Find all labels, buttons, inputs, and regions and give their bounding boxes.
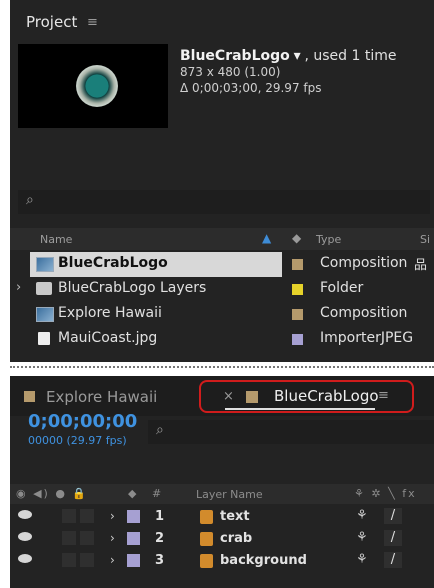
layer-number: 3 — [155, 553, 165, 568]
active-tab-underline — [225, 408, 375, 410]
composition-icon — [36, 307, 54, 322]
search-icon: ⌕ — [26, 192, 34, 208]
blue-crab-logo-thumbnail — [76, 65, 118, 107]
timeline-tab-bar: Explore Hawaii × BlueCrabLogo ≡ — [10, 376, 434, 416]
search-icon: ⌕ — [156, 422, 164, 438]
layer-list: › 1 text ⚘ / › 2 crab ⚘ / › 3 background… — [10, 506, 434, 572]
jpeg-file-icon — [38, 332, 50, 345]
item-name: BlueCrabLogo — [58, 255, 168, 271]
item-type: Folder — [320, 280, 364, 296]
eye-icon[interactable] — [18, 532, 32, 541]
quality-switch[interactable]: / — [384, 552, 402, 568]
column-number: # — [152, 487, 162, 500]
item-duration: Δ 0;00;03;00, 29.97 fps — [180, 81, 322, 95]
solo-toggle[interactable] — [62, 509, 76, 523]
lock-toggle[interactable] — [80, 509, 94, 523]
tab-color-swatch — [24, 391, 35, 402]
project-panel-header: Project ≡ — [10, 0, 434, 38]
lock-toggle[interactable] — [80, 553, 94, 567]
flowchart-icon[interactable]: 品 — [414, 254, 427, 273]
label-tag-icon[interactable]: ◆ — [292, 231, 301, 245]
item-info: BlueCrabLogo ▾ , used 1 time 873 x 480 (… — [180, 48, 396, 96]
text-layer-icon — [200, 532, 213, 546]
eye-icon[interactable] — [18, 554, 32, 563]
item-name: MauiCoast.jpg — [58, 330, 158, 346]
av-switch-icons: ◉ ◀) ● 🔒 — [16, 487, 89, 500]
timeline-panel: Explore Hawaii × BlueCrabLogo ≡ 0;00;00;… — [10, 376, 434, 588]
layer-name[interactable]: crab — [220, 531, 252, 546]
item-type: ImporterJPEG — [320, 330, 414, 346]
solo-toggle[interactable] — [62, 553, 76, 567]
column-name[interactable]: Name — [40, 233, 72, 246]
eye-icon[interactable] — [18, 510, 32, 519]
expander-icon[interactable]: › — [110, 531, 115, 545]
quality-switch[interactable]: / — [384, 530, 402, 546]
layer-row[interactable]: › 3 background ⚘ / — [10, 550, 434, 572]
layer-number: 2 — [155, 531, 165, 546]
item-thumbnail — [18, 44, 168, 128]
switches-icons: ⚘ ✲ ╲ fx — [354, 487, 417, 500]
selected-item-name: BlueCrabLogo — [180, 48, 290, 64]
project-item-bluecrablogo[interactable]: BlueCrabLogo Composition 品 — [10, 252, 434, 277]
column-type[interactable]: Type — [316, 233, 341, 246]
shy-switch-icon[interactable]: ⚘ — [356, 508, 368, 523]
panel-divider — [10, 366, 434, 368]
shy-switch-icon[interactable]: ⚘ — [356, 530, 368, 545]
layer-row[interactable]: › 2 crab ⚘ / — [10, 528, 434, 550]
layer-row[interactable]: › 1 text ⚘ / — [10, 506, 434, 528]
label-color-swatch[interactable] — [127, 532, 140, 545]
text-layer-icon — [200, 510, 213, 524]
layer-name[interactable]: text — [220, 509, 250, 524]
current-time-display[interactable]: 0;00;00;00 — [28, 411, 137, 432]
tab-label: BlueCrabLogo — [274, 387, 379, 405]
item-dimensions: 873 x 480 (1.00) — [180, 65, 281, 79]
folder-icon — [36, 282, 52, 295]
project-panel-title[interactable]: Project — [26, 13, 77, 31]
composition-icon — [36, 257, 54, 272]
column-size[interactable]: Si — [420, 233, 430, 246]
usage-count: , used 1 time — [304, 48, 397, 64]
label-color-swatch[interactable] — [292, 334, 303, 345]
label-color-swatch[interactable] — [292, 309, 303, 320]
panel-menu-icon[interactable]: ≡ — [378, 388, 389, 403]
label-tag-icon[interactable]: ◆ — [128, 487, 136, 500]
tab-bluecrablogo[interactable]: × BlueCrabLogo ≡ — [199, 380, 414, 413]
project-item-explore-hawaii[interactable]: Explore Hawaii Composition — [10, 302, 434, 327]
item-type: Composition — [320, 305, 408, 321]
project-list-header: Name ▲ ◆ Type Si — [10, 228, 434, 250]
solo-toggle[interactable] — [62, 531, 76, 545]
expander-icon[interactable]: › — [110, 509, 115, 523]
sort-ascending-icon[interactable]: ▲ — [262, 231, 271, 245]
label-color-swatch[interactable] — [127, 554, 140, 567]
text-layer-icon — [200, 554, 213, 568]
lock-toggle[interactable] — [80, 531, 94, 545]
project-items-list: BlueCrabLogo Composition 品 › BlueCrabLog… — [10, 252, 434, 352]
item-name: Explore Hawaii — [58, 305, 162, 321]
column-layer-name[interactable]: Layer Name — [196, 488, 263, 501]
item-name: BlueCrabLogo Layers — [58, 280, 207, 296]
layer-column-header: ◉ ◀) ● 🔒 ◆ # Layer Name ⚘ ✲ ╲ fx — [10, 484, 434, 504]
tab-color-swatch — [246, 391, 258, 403]
project-item-mauicoast[interactable]: MauiCoast.jpg ImporterJPEG — [10, 327, 434, 352]
shy-switch-icon[interactable]: ⚘ — [356, 552, 368, 567]
project-panel: Project ≡ BlueCrabLogo ▾ , used 1 time 8… — [10, 0, 434, 362]
project-item-bluecrablogo-layers[interactable]: › BlueCrabLogo Layers Folder — [10, 277, 434, 302]
quality-switch[interactable]: / — [384, 508, 402, 524]
timeline-search-input[interactable]: ⌕ — [148, 420, 434, 444]
layer-name[interactable]: background — [220, 553, 307, 568]
label-color-swatch[interactable] — [292, 259, 303, 270]
label-color-swatch[interactable] — [127, 510, 140, 523]
usage-dropdown-icon[interactable]: ▾ — [294, 48, 301, 64]
item-type: Composition — [320, 255, 408, 271]
expander-icon[interactable]: › — [16, 280, 21, 295]
layer-number: 1 — [155, 509, 165, 524]
label-color-swatch[interactable] — [292, 284, 303, 295]
project-search-input[interactable]: ⌕ — [18, 190, 430, 214]
frame-rate-display: 00000 (29.97 fps) — [28, 434, 127, 447]
close-icon[interactable]: × — [223, 389, 234, 404]
panel-menu-icon[interactable]: ≡ — [87, 15, 98, 30]
expander-icon[interactable]: › — [110, 553, 115, 567]
tab-explore-hawaii[interactable]: Explore Hawaii — [46, 388, 157, 406]
